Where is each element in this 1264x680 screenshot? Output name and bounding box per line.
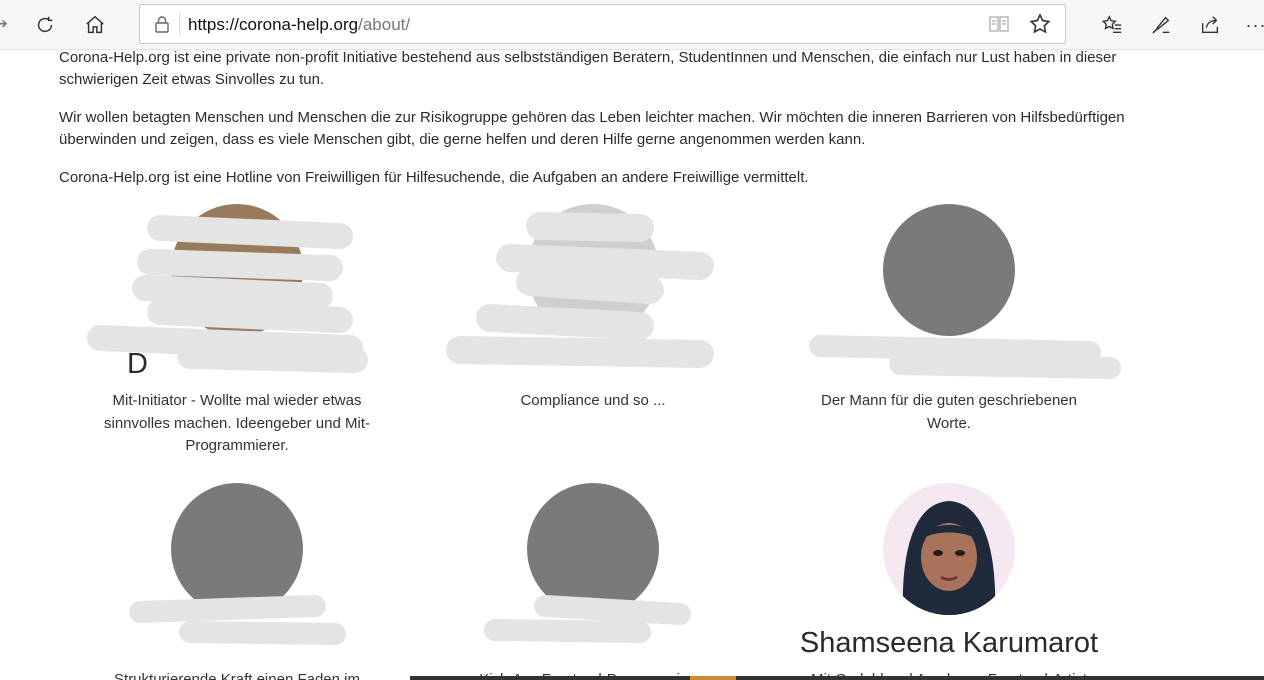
member-name bbox=[77, 623, 397, 663]
taskbar-strip bbox=[410, 676, 1264, 680]
taskbar-highlight bbox=[690, 676, 736, 680]
avatar-photo bbox=[883, 483, 1015, 615]
back-arrow-icon[interactable]: ➔ bbox=[0, 16, 8, 32]
team-member-6: Shamseena Karumarot Mit Geduld und Ausda… bbox=[789, 483, 1109, 680]
member-role: Der Mann für die guten geschriebenen Wor… bbox=[821, 392, 1077, 432]
reading-view-icon[interactable] bbox=[988, 14, 1010, 34]
member-name: D bbox=[127, 348, 148, 380]
url-host: https://corona-help.org bbox=[188, 15, 359, 34]
favorites-list-icon[interactable] bbox=[1096, 9, 1128, 41]
member-name bbox=[433, 344, 753, 384]
more-icon[interactable]: ··· bbox=[1240, 9, 1264, 41]
team-member-3: Der Mann für die guten geschriebenen Wor… bbox=[789, 204, 1109, 435]
intro-paragraph-1: Corona-Help.org ist eine private non-pro… bbox=[59, 49, 1117, 88]
team-member-4: Strukturierende Kraft einen Faden im bbox=[77, 483, 397, 680]
browser-toolbar: ➔ https://corona-help.org/about/ ··· bbox=[0, 0, 1264, 50]
avatar-placeholder bbox=[171, 483, 303, 615]
avatar bbox=[527, 204, 659, 336]
avatar bbox=[171, 204, 303, 336]
member-role: Mit-Initiator - Wollte mal wieder etwas … bbox=[104, 392, 370, 454]
member-role: Strukturierende Kraft einen Faden im bbox=[114, 671, 360, 680]
avatar-placeholder bbox=[527, 483, 659, 615]
url-text[interactable]: https://corona-help.org/about/ bbox=[188, 15, 410, 35]
about-content: Corona-Help.org ist eine private non-pro… bbox=[59, 46, 1139, 205]
member-name: Shamseena Karumarot bbox=[799, 627, 1099, 659]
member-name bbox=[789, 344, 1109, 384]
portrait-icon bbox=[883, 483, 1015, 615]
member-role: Compliance und so ... bbox=[520, 392, 666, 409]
avatar-placeholder bbox=[883, 204, 1015, 336]
team-member-5: Kick-Ass Frontend-Programmierer bbox=[433, 483, 753, 680]
url-path: /about/ bbox=[358, 15, 411, 34]
team-member-2: Compliance und so ... bbox=[433, 204, 753, 413]
home-icon[interactable] bbox=[79, 9, 111, 41]
team-member-1: D Mit-Initiator - Wollte mal wieder etwa… bbox=[77, 204, 397, 458]
star-icon[interactable] bbox=[1028, 12, 1052, 36]
intro-paragraph-3: Corona-Help.org ist eine Hotline von Fre… bbox=[59, 169, 809, 186]
member-name bbox=[433, 623, 753, 663]
share-icon[interactable] bbox=[1194, 9, 1226, 41]
url-separator bbox=[179, 13, 180, 35]
intro-paragraph-2: Wir wollen betagten Menschen und Mensche… bbox=[59, 109, 1125, 148]
address-bar[interactable]: https://corona-help.org/about/ bbox=[139, 4, 1066, 44]
lock-icon[interactable] bbox=[152, 14, 172, 34]
pen-icon[interactable] bbox=[1145, 9, 1177, 41]
refresh-icon[interactable] bbox=[29, 9, 61, 41]
